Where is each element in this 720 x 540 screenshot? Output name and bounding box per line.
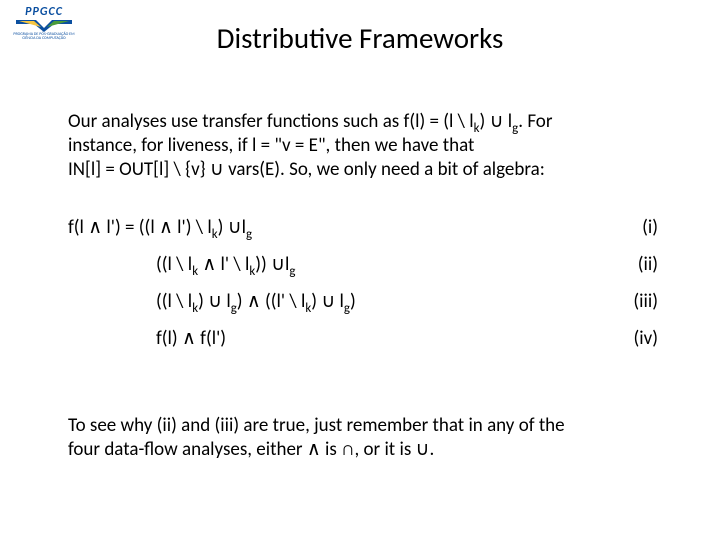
equation-row: ((l \ lk) ∪ lg) ∧ ((l' \ lk) ∪ lg) (iii): [68, 290, 658, 313]
equation-number: (ii): [598, 253, 658, 276]
eq-part: ((l \ l: [156, 253, 192, 276]
intro-text: instance, for liveness, if l = "v = E", …: [68, 134, 474, 157]
eq-part: ((l ∧ l') \ l: [139, 216, 212, 239]
intro-text: ) ∪ l: [480, 110, 513, 133]
eq-part: ) ∪ l: [198, 290, 231, 313]
eq-part: ((l \ l: [156, 290, 192, 313]
equation-body: f(l ∧ l') = ((l ∧ l') \ lk) ∪lg: [68, 216, 598, 239]
equation-row: f(l ∧ l') = ((l ∧ l') \ lk) ∪lg (i): [68, 216, 658, 239]
eq-lhs: f(l ∧ l') =: [68, 216, 139, 239]
equation-number: (iii): [598, 290, 658, 313]
intro-paragraph: Our analyses use transfer functions such…: [68, 110, 658, 181]
equation-row: f(l) ∧ f(l') (iv): [68, 327, 658, 350]
intro-text: . For: [518, 110, 552, 133]
eq-part: ) ∪l: [218, 216, 246, 239]
equation-body: ((l \ lk) ∪ lg) ∧ ((l' \ lk) ∪ lg): [68, 290, 598, 313]
eq-sub: g: [246, 227, 252, 242]
equation-row: ((l \ lk ∧ l' \ lk)) ∪lg (ii): [68, 253, 658, 276]
eq-part: )) ∪l: [255, 253, 289, 276]
equation-body: f(l) ∧ f(l'): [68, 327, 598, 350]
outro-text: four data-flow analyses, either ∧ is ∩, …: [68, 438, 434, 461]
eq-part: f(l) ∧ f(l'): [156, 327, 226, 350]
outro-text: To see why (ii) and (iii) are true, just…: [68, 414, 565, 437]
equation-number: (i): [598, 216, 658, 239]
logo-acronym: PPGCC: [8, 6, 80, 18]
eq-part: ) ∪ l: [311, 290, 344, 313]
eq-sub: g: [289, 264, 295, 279]
intro-text: IN[l] = OUT[l] \ {v} ∪ vars(E). So, we o…: [68, 158, 545, 181]
outro-paragraph: To see why (ii) and (iii) are true, just…: [68, 414, 658, 463]
equation-body: ((l \ lk ∧ l' \ lk)) ∪lg: [68, 253, 598, 276]
intro-text: Our analyses use transfer functions such…: [68, 110, 474, 133]
equation-block: f(l ∧ l') = ((l ∧ l') \ lk) ∪lg (i) ((l …: [68, 216, 658, 364]
slide: PPGCC PROGRAMA DE PÓS-GRADUAÇÃO EM CIÊNC…: [0, 0, 720, 540]
eq-part: ): [350, 290, 356, 313]
eq-part: ∧ l' \ l: [198, 253, 249, 276]
slide-title: Distributive Frameworks: [0, 20, 720, 56]
eq-part: ) ∧ ((l' \ l: [237, 290, 306, 313]
equation-number: (iv): [598, 327, 658, 350]
